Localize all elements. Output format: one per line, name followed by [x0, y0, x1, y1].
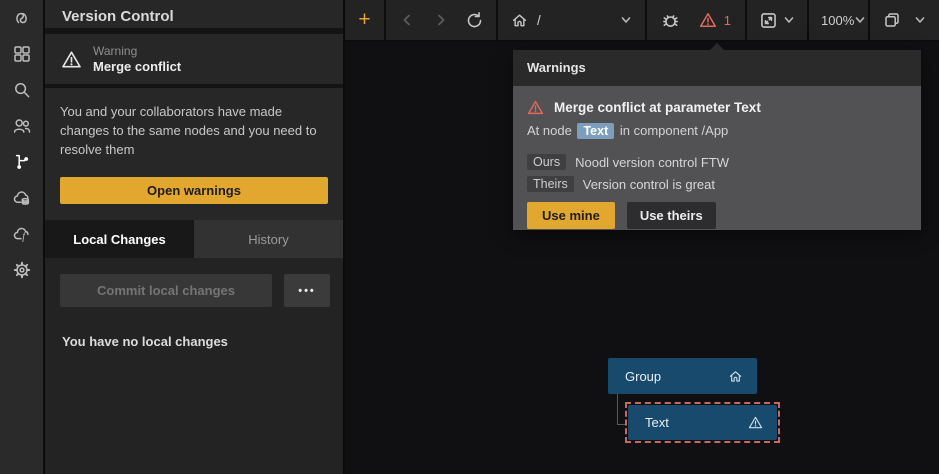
more-options-button[interactable]: •••: [284, 274, 330, 307]
back-button[interactable]: [398, 0, 416, 40]
warning-triangle-icon: [748, 415, 763, 430]
chevron-left-icon: [398, 11, 416, 29]
search-icon: [12, 80, 32, 105]
warning-summary-text: Warning Merge conflict: [93, 44, 181, 75]
ours-badge: Ours: [527, 154, 566, 170]
warning-location: At node Text in component /App: [527, 123, 907, 139]
viewport-frames-icon: [883, 11, 901, 29]
warning-triangle-icon: [61, 49, 82, 70]
zoom-dropdown[interactable]: 100%: [809, 0, 870, 40]
node-reference-chip[interactable]: Text: [577, 123, 614, 139]
preview-toolbar: + / 1 100%: [345, 0, 939, 40]
version-control-button[interactable]: [11, 153, 33, 175]
activity-bar: f: [0, 0, 43, 474]
theirs-value: Version control is great: [583, 177, 715, 192]
svg-text:f: f: [22, 231, 26, 242]
add-button[interactable]: +: [358, 0, 370, 40]
components-grid-icon: [12, 44, 32, 69]
warning-item-title: Merge conflict at parameter Text: [554, 100, 761, 115]
app-window: f Version Control Warning Merge conflict…: [0, 0, 939, 474]
open-warnings-button[interactable]: Open warnings: [60, 177, 328, 204]
chevron-down-icon: [854, 14, 866, 26]
gear-icon: [12, 260, 32, 285]
theirs-badge: Theirs: [527, 176, 574, 192]
location-middle: in component: [620, 123, 698, 138]
git-branch-icon: [12, 152, 32, 177]
node-label: Text: [645, 415, 669, 430]
debug-button[interactable]: [661, 0, 680, 40]
preview-expand-dropdown[interactable]: [747, 0, 809, 40]
noodl-logo-icon: [12, 8, 32, 33]
popup-body: Merge conflict at parameter Text At node…: [513, 86, 921, 230]
warning-triangle-icon: [527, 99, 544, 116]
commit-local-changes-button[interactable]: Commit local changes: [60, 274, 272, 307]
node-text[interactable]: Text: [628, 405, 777, 440]
version-control-panel: Version Control Warning Merge conflict Y…: [45, 0, 343, 474]
theirs-row: Theirs Version control is great: [527, 176, 907, 192]
node-label: Group: [625, 369, 661, 384]
no-local-changes-message: You have no local changes: [60, 334, 330, 349]
local-changes-section: Commit local changes ••• You have no loc…: [45, 258, 343, 474]
popup-title: Warnings: [513, 50, 921, 86]
cloud-function-icon: f: [12, 224, 32, 249]
viewport-dropdown[interactable]: [870, 0, 939, 40]
chevron-down-icon: [783, 14, 795, 26]
refresh-icon: [465, 11, 484, 30]
components-button[interactable]: [11, 45, 33, 67]
warnings-indicator[interactable]: 1: [699, 0, 731, 40]
bug-icon: [661, 11, 680, 30]
route-dropdown[interactable]: /: [498, 0, 647, 40]
conflict-actions: Use mine Use theirs: [527, 202, 907, 229]
route-path: /: [537, 13, 541, 28]
collaborators-icon: [12, 116, 32, 141]
warning-title: Merge conflict: [93, 59, 181, 75]
collaborators-button[interactable]: [11, 117, 33, 139]
panel-tabs: Local Changes History: [45, 220, 343, 258]
warning-item-header: Merge conflict at parameter Text: [527, 99, 907, 116]
ours-row: Ours Noodl version control FTW: [527, 154, 907, 170]
refresh-button[interactable]: [465, 0, 484, 40]
panel-title: Version Control: [45, 0, 343, 34]
zoom-level: 100%: [821, 13, 854, 28]
toolbar-nav-section: [386, 0, 498, 40]
merge-conflict-description: You and your collaborators have made cha…: [60, 102, 328, 159]
chevron-down-icon: [914, 14, 926, 26]
use-mine-button[interactable]: Use mine: [527, 202, 615, 229]
ours-value: Noodl version control FTW: [575, 155, 729, 170]
warnings-popup: Warnings Merge conflict at parameter Tex…: [513, 50, 921, 230]
node-editor-button[interactable]: [11, 9, 33, 31]
chevron-right-icon: [432, 11, 450, 29]
forward-button[interactable]: [432, 0, 450, 40]
cloud-functions-button[interactable]: f: [11, 225, 33, 247]
toolbar-add-section: +: [345, 0, 386, 40]
warning-triangle-icon: [699, 11, 717, 29]
use-theirs-button[interactable]: Use theirs: [627, 202, 716, 229]
search-button[interactable]: [11, 81, 33, 103]
location-prefix: At node: [527, 123, 572, 138]
warning-count: 1: [724, 13, 731, 28]
tab-history[interactable]: History: [194, 220, 343, 258]
home-icon: [728, 369, 743, 384]
node-text-selection[interactable]: Text: [625, 402, 780, 443]
chevron-down-icon: [620, 14, 632, 26]
component-path: /App: [702, 123, 729, 138]
cloud-data-button[interactable]: [11, 189, 33, 211]
tab-local-changes[interactable]: Local Changes: [45, 220, 194, 258]
settings-button[interactable]: [11, 261, 33, 283]
expand-icon: [759, 11, 778, 30]
node-group[interactable]: Group: [608, 358, 757, 394]
commit-row: Commit local changes •••: [60, 274, 330, 307]
cloud-database-icon: [12, 188, 32, 213]
home-icon: [511, 12, 528, 29]
warning-label: Warning: [93, 44, 181, 59]
panel-body: You and your collaborators have made cha…: [45, 88, 343, 204]
warning-summary[interactable]: Warning Merge conflict: [45, 34, 343, 88]
toolbar-debug-section: 1: [647, 0, 747, 40]
popup-notch: [709, 43, 725, 51]
